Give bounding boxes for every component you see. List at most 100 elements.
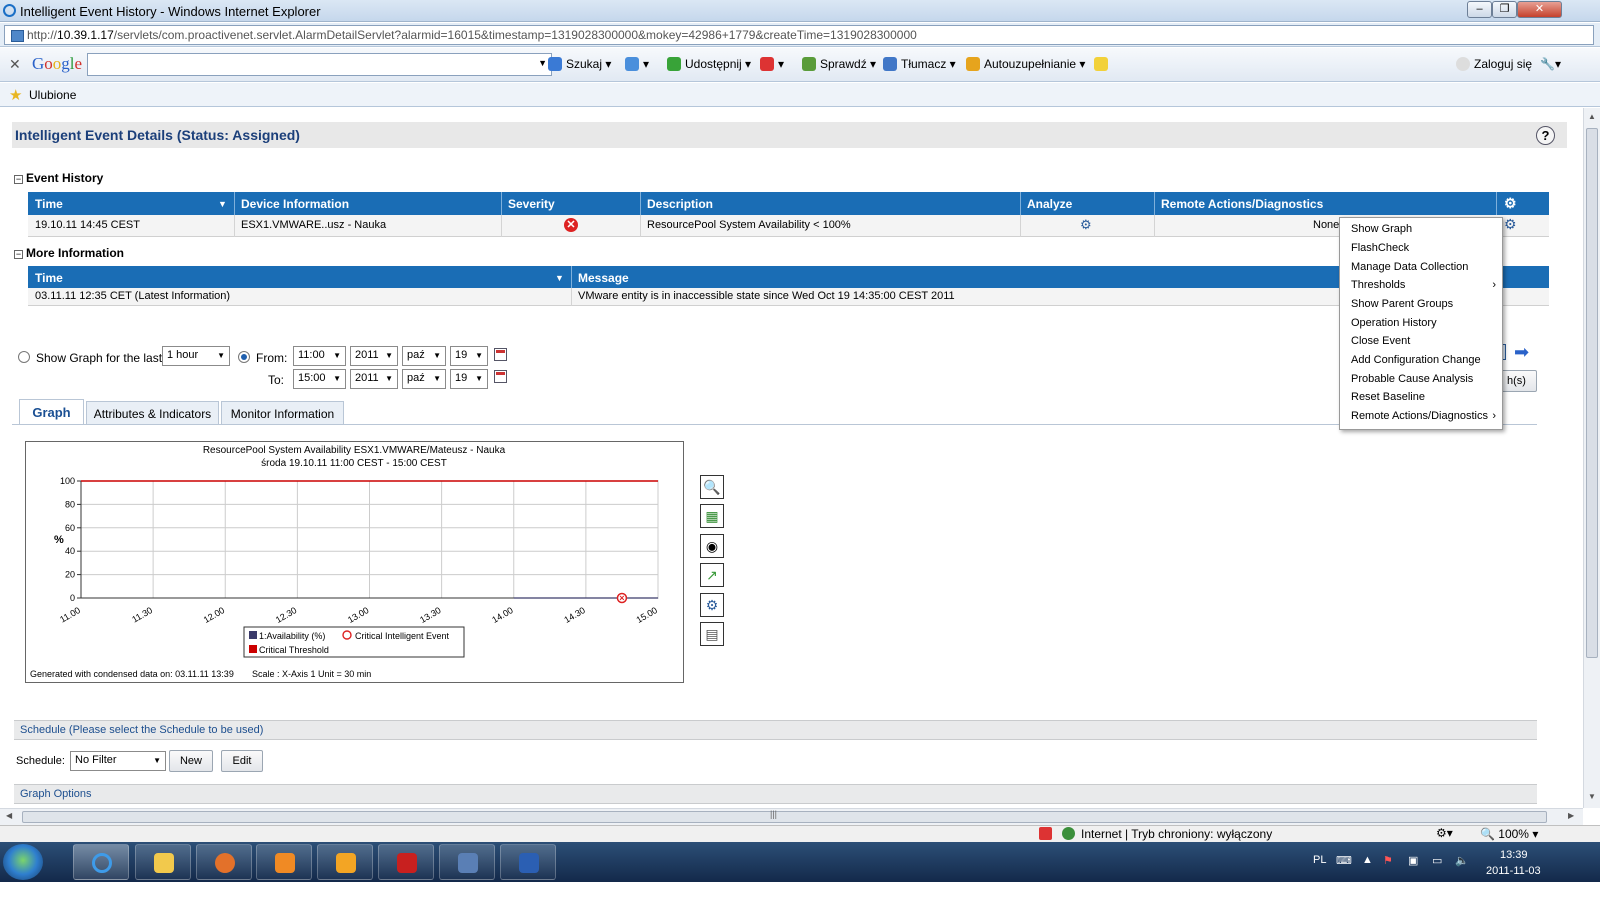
collapse-icon[interactable]: − (14, 250, 23, 259)
tab-attributes-indicators[interactable]: Attributes & Indicators (86, 401, 219, 425)
col-analyze[interactable]: Analyze (1027, 197, 1072, 211)
new-button[interactable]: New (169, 750, 213, 772)
schedule-bar[interactable]: Schedule (Please select the Schedule to … (14, 720, 1537, 740)
volume-icon[interactable]: 🔈 (1455, 854, 1469, 867)
menu-show-parent-groups[interactable]: Show Parent Groups (1351, 298, 1453, 310)
from-day-select[interactable]: 19 ▼ (450, 346, 488, 366)
col-remote-actions[interactable]: Remote Actions/Diagnostics (1161, 197, 1323, 211)
popup-blocker-button[interactable]: ▾ (760, 57, 784, 71)
menu-add-configuration-change[interactable]: Add Configuration Change (1351, 354, 1481, 366)
trend-icon[interactable]: ↗ (700, 563, 724, 587)
clock-date[interactable]: 2011-11-03 (1486, 865, 1541, 877)
collapse-icon[interactable]: − (14, 175, 23, 184)
sort-down-icon[interactable]: ▼ (218, 199, 227, 209)
to-time-select[interactable]: 15:00 ▼ (293, 369, 346, 389)
taskbar-firefox[interactable] (196, 844, 252, 880)
menu-probable-cause-analysis[interactable]: Probable Cause Analysis (1351, 373, 1473, 385)
translate-button[interactable]: Tłumacz ▾ (883, 57, 956, 71)
from-year-select[interactable]: 2011 ▼ (350, 346, 398, 366)
taskbar-ie[interactable] (73, 844, 129, 880)
protected-mode-icon[interactable]: ⚙▾ (1436, 826, 1453, 840)
help-icon[interactable]: ? (1536, 126, 1555, 145)
to-month-select[interactable]: paź ▼ (402, 369, 446, 389)
sign-in-button[interactable]: Zaloguj się (1456, 57, 1532, 71)
calendar-icon[interactable] (494, 370, 507, 383)
scroll-down-icon[interactable]: ▼ (1588, 792, 1596, 801)
taskbar-remote[interactable] (439, 844, 495, 880)
show-last-radio[interactable] (18, 351, 30, 363)
close-window-button[interactable]: ✕ (1517, 1, 1562, 18)
start-button[interactable] (3, 844, 43, 880)
tab-graph[interactable]: Graph (19, 399, 84, 425)
url-field[interactable]: http://10.39.1.17/servlets/com.proactive… (4, 25, 1594, 45)
menu-flashcheck[interactable]: FlashCheck (1351, 242, 1409, 254)
menu-close-event[interactable]: Close Event (1351, 335, 1410, 347)
flag-icon[interactable]: ⚑ (1383, 854, 1393, 867)
row-tools-icon[interactable]: ⚙ (1504, 216, 1517, 233)
chevron-down-icon[interactable]: ▼ (538, 58, 547, 68)
taskbar-acrobat[interactable] (378, 844, 434, 880)
export-icon[interactable]: ➡ (1514, 342, 1529, 363)
scroll-right-icon[interactable]: ▶ (1568, 811, 1574, 820)
settings-wrench-button[interactable]: 🔧▾ (1540, 57, 1561, 71)
analyze-icon[interactable]: ⚙ (700, 593, 724, 617)
blocked-icon[interactable] (1039, 827, 1052, 840)
tools-icon[interactable]: ⚙ (1504, 195, 1517, 212)
menu-manage-data-collection[interactable]: Manage Data Collection (1351, 261, 1468, 273)
tab-monitor-information[interactable]: Monitor Information (221, 401, 344, 425)
search-button[interactable]: Szukaj ▾ (548, 57, 611, 71)
binoculars-icon[interactable]: ◉ (700, 534, 724, 558)
share-button[interactable]: Udostępnij ▾ (667, 57, 751, 71)
from-month-select[interactable]: paź ▼ (402, 346, 446, 366)
from-time-select[interactable]: 11:00 ▼ (293, 346, 346, 366)
taskbar-explorer[interactable] (135, 844, 191, 880)
zoom-level[interactable]: 🔍 100% ▾ (1480, 827, 1538, 841)
notes-icon[interactable]: ▤ (700, 622, 724, 646)
col-severity[interactable]: Severity (508, 197, 555, 211)
analyze-icon[interactable]: ⚙ (1080, 217, 1092, 233)
event-history-heading[interactable]: − Event History (14, 171, 103, 185)
keyboard-icon[interactable]: ⌨ (1336, 854, 1352, 867)
spellcheck-button[interactable]: Sprawdź ▾ (802, 57, 876, 71)
google-search-input[interactable]: ▼ (87, 53, 552, 76)
favorites-label[interactable]: Ulubione (29, 88, 76, 102)
edit-button[interactable]: Edit (221, 750, 263, 772)
export-excel-icon[interactable]: ▦ (700, 504, 724, 528)
to-year-select[interactable]: 2011 ▼ (350, 369, 398, 389)
menu-reset-baseline[interactable]: Reset Baseline (1351, 391, 1425, 403)
calendar-icon[interactable] (494, 348, 507, 361)
sort-down-icon[interactable]: ▼ (555, 273, 564, 283)
menu-show-graph[interactable]: Show Graph (1351, 223, 1412, 235)
star-icon[interactable]: ★ (9, 86, 22, 104)
clock-time[interactable]: 13:39 (1500, 849, 1528, 861)
taskbar-outlook[interactable] (317, 844, 373, 880)
zoom-icon[interactable]: 🔍 (700, 475, 724, 499)
taskbar-word[interactable] (500, 844, 556, 880)
device-icon[interactable]: ▣ (1408, 854, 1418, 867)
language-indicator[interactable]: PL (1313, 854, 1326, 866)
more-info-heading[interactable]: − More Information (14, 246, 124, 260)
table-row[interactable]: 19.10.11 14:45 CEST ESX1.VMWARE..usz - N… (28, 215, 1549, 237)
to-day-select[interactable]: 19 ▼ (450, 369, 488, 389)
show-hidden-icon[interactable]: ▲ (1362, 854, 1373, 866)
scroll-thumb[interactable] (22, 811, 1547, 823)
minimize-button[interactable]: – (1467, 1, 1492, 18)
restore-button[interactable]: ❐ (1492, 1, 1517, 18)
scroll-up-icon[interactable]: ▲ (1588, 112, 1596, 121)
highlight-button[interactable] (1094, 57, 1112, 71)
graph-options-bar[interactable]: Graph Options (14, 784, 1537, 804)
col-device[interactable]: Device Information (241, 197, 349, 211)
scroll-thumb[interactable] (1586, 128, 1598, 658)
col-time[interactable]: Time (35, 197, 63, 211)
horizontal-scrollbar[interactable]: ◀ ||| ▶ (0, 808, 1583, 825)
last-period-select[interactable]: 1 hour ▼ (162, 346, 230, 366)
close-toolbar-icon[interactable]: ✕ (9, 56, 21, 73)
vertical-scrollbar[interactable]: ▲ ▼ (1583, 108, 1600, 808)
menu-thresholds[interactable]: Thresholds (1351, 279, 1405, 291)
table-row[interactable]: 03.11.11 12:35 CET (Latest Information) … (28, 288, 1549, 306)
taskbar-media[interactable] (256, 844, 312, 880)
autofill-button[interactable]: Autouzupełnianie ▾ (966, 57, 1085, 71)
menu-operation-history[interactable]: Operation History (1351, 317, 1437, 329)
add-button[interactable]: ▾ (625, 57, 649, 71)
network-tray-icon[interactable]: ▭ (1432, 854, 1442, 867)
